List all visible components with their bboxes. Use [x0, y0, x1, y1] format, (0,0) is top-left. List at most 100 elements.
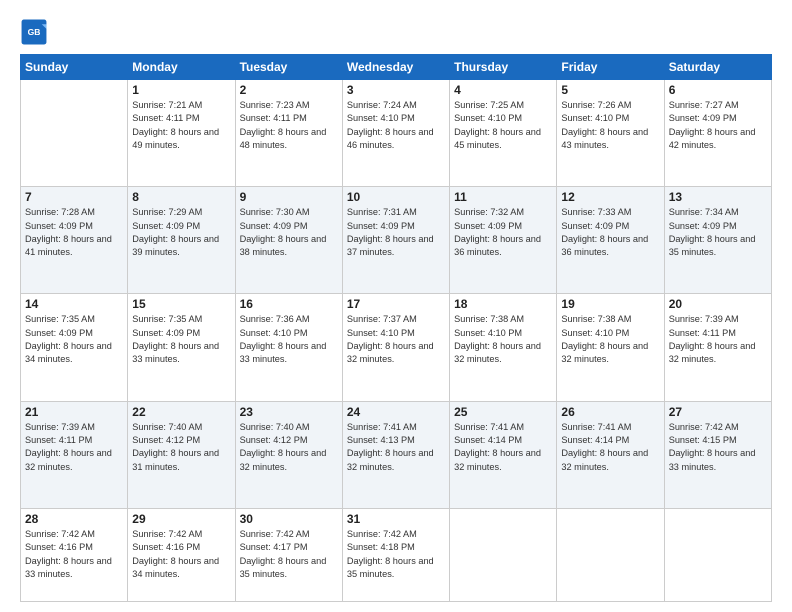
- calendar-cell: 20 Sunrise: 7:39 AMSunset: 4:11 PMDayligh…: [664, 294, 771, 401]
- day-number: 8: [132, 190, 230, 204]
- calendar-cell: [450, 508, 557, 601]
- day-number: 29: [132, 512, 230, 526]
- cell-info: Sunrise: 7:42 AMSunset: 4:18 PMDaylight:…: [347, 528, 445, 581]
- calendar-header-row: SundayMondayTuesdayWednesdayThursdayFrid…: [21, 55, 772, 80]
- calendar-cell: 1 Sunrise: 7:21 AMSunset: 4:11 PMDaylight…: [128, 80, 235, 187]
- day-number: 25: [454, 405, 552, 419]
- calendar-week-4: 21Sunrise: 7:39 AMSunset: 4:11 PMDayligh…: [21, 401, 772, 508]
- cell-info: Sunrise: 7:33 AMSunset: 4:09 PMDaylight:…: [561, 206, 659, 259]
- cell-info: Sunrise: 7:42 AMSunset: 4:16 PMDaylight:…: [132, 528, 230, 581]
- calendar-cell: 13 Sunrise: 7:34 AMSunset: 4:09 PMDayligh…: [664, 187, 771, 294]
- day-number: 27: [669, 405, 767, 419]
- calendar-week-3: 14Sunrise: 7:35 AMSunset: 4:09 PMDayligh…: [21, 294, 772, 401]
- cell-info: Sunrise: 7:27 AMSunset: 4:09 PMDaylight:…: [669, 99, 767, 152]
- cell-info: Sunrise: 7:41 AMSunset: 4:14 PMDaylight:…: [561, 421, 659, 474]
- cell-info: Sunrise: 7:39 AMSunset: 4:11 PMDaylight:…: [669, 313, 767, 366]
- calendar-cell: [21, 80, 128, 187]
- cell-info: Sunrise: 7:23 AMSunset: 4:11 PMDaylight:…: [240, 99, 338, 152]
- day-number: 1: [132, 83, 230, 97]
- calendar-cell: 10 Sunrise: 7:31 AMSunset: 4:09 PMDayligh…: [342, 187, 449, 294]
- col-header-wednesday: Wednesday: [342, 55, 449, 80]
- cell-info: Sunrise: 7:29 AMSunset: 4:09 PMDaylight:…: [132, 206, 230, 259]
- day-number: 26: [561, 405, 659, 419]
- col-header-tuesday: Tuesday: [235, 55, 342, 80]
- calendar-cell: 6 Sunrise: 7:27 AMSunset: 4:09 PMDaylight…: [664, 80, 771, 187]
- calendar-cell: 31Sunrise: 7:42 AMSunset: 4:18 PMDayligh…: [342, 508, 449, 601]
- day-number: 16: [240, 297, 338, 311]
- col-header-thursday: Thursday: [450, 55, 557, 80]
- col-header-saturday: Saturday: [664, 55, 771, 80]
- col-header-friday: Friday: [557, 55, 664, 80]
- day-number: 10: [347, 190, 445, 204]
- calendar-cell: 8 Sunrise: 7:29 AMSunset: 4:09 PMDaylight…: [128, 187, 235, 294]
- svg-text:GB: GB: [28, 27, 41, 37]
- cell-info: Sunrise: 7:34 AMSunset: 4:09 PMDaylight:…: [669, 206, 767, 259]
- cell-info: Sunrise: 7:38 AMSunset: 4:10 PMDaylight:…: [561, 313, 659, 366]
- cell-info: Sunrise: 7:24 AMSunset: 4:10 PMDaylight:…: [347, 99, 445, 152]
- day-number: 20: [669, 297, 767, 311]
- day-number: 3: [347, 83, 445, 97]
- cell-info: Sunrise: 7:37 AMSunset: 4:10 PMDaylight:…: [347, 313, 445, 366]
- day-number: 4: [454, 83, 552, 97]
- calendar-cell: 28 Sunrise: 7:42 AMSunset: 4:16 PMDayligh…: [21, 508, 128, 601]
- cell-info: Sunrise: 7:39 AMSunset: 4:11 PMDaylight:…: [25, 421, 123, 474]
- cell-info: Sunrise: 7:36 AMSunset: 4:10 PMDaylight:…: [240, 313, 338, 366]
- calendar-cell: 30Sunrise: 7:42 AMSunset: 4:17 PMDayligh…: [235, 508, 342, 601]
- logo-icon: GB: [20, 18, 48, 46]
- calendar-cell: 26 Sunrise: 7:41 AMSunset: 4:14 PMDayligh…: [557, 401, 664, 508]
- col-header-monday: Monday: [128, 55, 235, 80]
- day-number: 14: [25, 297, 123, 311]
- calendar-cell: 23 Sunrise: 7:40 AMSunset: 4:12 PMDayligh…: [235, 401, 342, 508]
- cell-info: Sunrise: 7:42 AMSunset: 4:15 PMDaylight:…: [669, 421, 767, 474]
- day-number: 13: [669, 190, 767, 204]
- calendar-cell: 15Sunrise: 7:35 AMSunset: 4:09 PMDayligh…: [128, 294, 235, 401]
- calendar-cell: 17 Sunrise: 7:37 AMSunset: 4:10 PMDayligh…: [342, 294, 449, 401]
- cell-info: Sunrise: 7:38 AMSunset: 4:10 PMDaylight:…: [454, 313, 552, 366]
- day-number: 2: [240, 83, 338, 97]
- calendar-cell: 27 Sunrise: 7:42 AMSunset: 4:15 PMDayligh…: [664, 401, 771, 508]
- calendar-cell: 3 Sunrise: 7:24 AMSunset: 4:10 PMDaylight…: [342, 80, 449, 187]
- day-number: 5: [561, 83, 659, 97]
- calendar-cell: 5 Sunrise: 7:26 AMSunset: 4:10 PMDaylight…: [557, 80, 664, 187]
- calendar-cell: 18 Sunrise: 7:38 AMSunset: 4:10 PMDayligh…: [450, 294, 557, 401]
- day-number: 17: [347, 297, 445, 311]
- cell-info: Sunrise: 7:30 AMSunset: 4:09 PMDaylight:…: [240, 206, 338, 259]
- cell-info: Sunrise: 7:41 AMSunset: 4:14 PMDaylight:…: [454, 421, 552, 474]
- cell-info: Sunrise: 7:21 AMSunset: 4:11 PMDaylight:…: [132, 99, 230, 152]
- day-number: 19: [561, 297, 659, 311]
- day-number: 11: [454, 190, 552, 204]
- calendar-cell: 9Sunrise: 7:30 AMSunset: 4:09 PMDaylight…: [235, 187, 342, 294]
- cell-info: Sunrise: 7:40 AMSunset: 4:12 PMDaylight:…: [240, 421, 338, 474]
- day-number: 18: [454, 297, 552, 311]
- day-number: 6: [669, 83, 767, 97]
- calendar-cell: 29 Sunrise: 7:42 AMSunset: 4:16 PMDayligh…: [128, 508, 235, 601]
- calendar-cell: 2 Sunrise: 7:23 AMSunset: 4:11 PMDaylight…: [235, 80, 342, 187]
- calendar-cell: 24Sunrise: 7:41 AMSunset: 4:13 PMDayligh…: [342, 401, 449, 508]
- day-number: 24: [347, 405, 445, 419]
- logo: GB: [20, 18, 52, 46]
- cell-info: Sunrise: 7:28 AMSunset: 4:09 PMDaylight:…: [25, 206, 123, 259]
- page: GB SundayMondayTuesdayWednesdayThursdayF…: [0, 0, 792, 612]
- cell-info: Sunrise: 7:26 AMSunset: 4:10 PMDaylight:…: [561, 99, 659, 152]
- calendar-cell: [557, 508, 664, 601]
- calendar-cell: 12 Sunrise: 7:33 AMSunset: 4:09 PMDayligh…: [557, 187, 664, 294]
- day-number: 22: [132, 405, 230, 419]
- calendar-week-5: 28 Sunrise: 7:42 AMSunset: 4:16 PMDayligh…: [21, 508, 772, 601]
- col-header-sunday: Sunday: [21, 55, 128, 80]
- calendar-cell: 14Sunrise: 7:35 AMSunset: 4:09 PMDayligh…: [21, 294, 128, 401]
- day-number: 12: [561, 190, 659, 204]
- cell-info: Sunrise: 7:40 AMSunset: 4:12 PMDaylight:…: [132, 421, 230, 474]
- cell-info: Sunrise: 7:25 AMSunset: 4:10 PMDaylight:…: [454, 99, 552, 152]
- calendar-cell: 16 Sunrise: 7:36 AMSunset: 4:10 PMDayligh…: [235, 294, 342, 401]
- cell-info: Sunrise: 7:31 AMSunset: 4:09 PMDaylight:…: [347, 206, 445, 259]
- cell-info: Sunrise: 7:42 AMSunset: 4:16 PMDaylight:…: [25, 528, 123, 581]
- day-number: 23: [240, 405, 338, 419]
- cell-info: Sunrise: 7:42 AMSunset: 4:17 PMDaylight:…: [240, 528, 338, 581]
- day-number: 28: [25, 512, 123, 526]
- calendar-week-2: 7 Sunrise: 7:28 AMSunset: 4:09 PMDaylight…: [21, 187, 772, 294]
- cell-info: Sunrise: 7:32 AMSunset: 4:09 PMDaylight:…: [454, 206, 552, 259]
- day-number: 7: [25, 190, 123, 204]
- calendar-week-1: 1 Sunrise: 7:21 AMSunset: 4:11 PMDaylight…: [21, 80, 772, 187]
- calendar-cell: 4 Sunrise: 7:25 AMSunset: 4:10 PMDaylight…: [450, 80, 557, 187]
- day-number: 15: [132, 297, 230, 311]
